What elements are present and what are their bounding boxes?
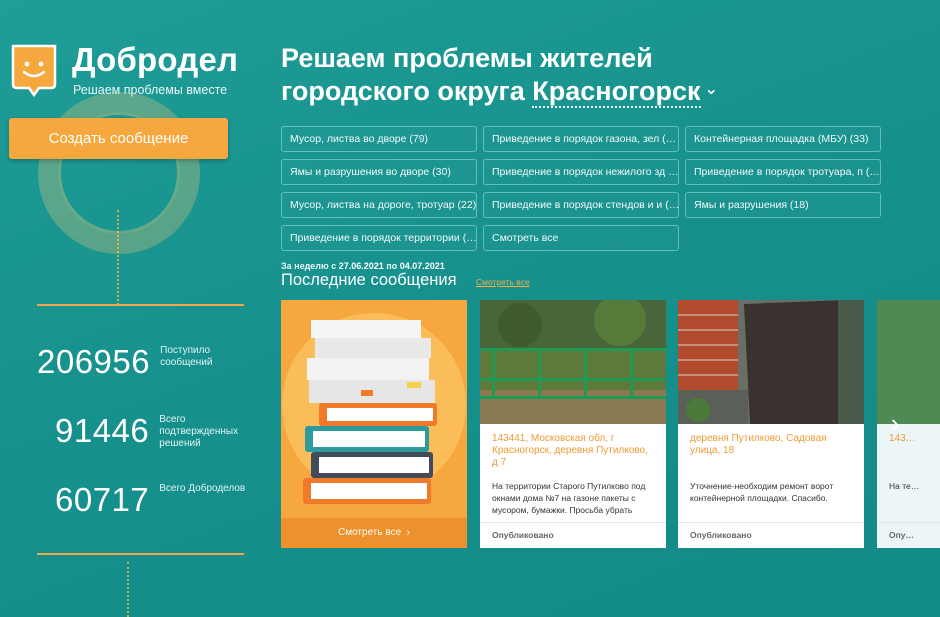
message-status: Опубликовано bbox=[480, 522, 666, 548]
stat-dobrodels: 60717 Всего Добродел‌ов bbox=[55, 483, 249, 516]
category-item[interactable]: Контейнерная площадка (МБУ) (33) bbox=[685, 126, 881, 152]
stat-label: Всего подтвержденных решений bbox=[159, 414, 239, 449]
message-photo bbox=[877, 300, 940, 424]
message-photo bbox=[480, 300, 666, 424]
stat-label: Всего Добродел‌ов bbox=[159, 483, 246, 494]
dobrodel-logo-icon[interactable] bbox=[9, 42, 59, 98]
brand-tagline: Решаем проблемы вместе bbox=[73, 83, 228, 97]
message-address[interactable]: 143441, Московская обл, г Красногорск, д… bbox=[480, 424, 666, 476]
category-item[interactable]: Приведение в порядок стендов и и (… bbox=[483, 192, 679, 218]
chevron-down-icon[interactable]: ⌄ bbox=[705, 81, 718, 98]
stat-solutions: 91446 Всего подтвержденных решений bbox=[55, 414, 239, 450]
headline-prefix: городского округа bbox=[281, 76, 525, 106]
chevron-right-icon: › bbox=[403, 527, 411, 538]
message-status: Опу… bbox=[877, 522, 940, 548]
headline-line1: Решаем проблемы жителей bbox=[281, 43, 653, 73]
stat-messages: 206956 Поступило сообщений bbox=[37, 345, 230, 378]
brand-name[interactable]: Добродел bbox=[72, 41, 238, 79]
message-status: Опубликовано bbox=[678, 522, 864, 548]
message-text: На территории Старого Путилково под окна… bbox=[492, 481, 646, 515]
see-all-card[interactable]: Смотреть все › bbox=[281, 300, 467, 548]
message-address[interactable]: деревня Путилково, Садовая улица, 18 bbox=[678, 424, 864, 476]
category-item[interactable]: Ямы и разрушения во дворе (30) bbox=[281, 159, 477, 185]
page-title: Решаем проблемы жителей городского округ… bbox=[281, 42, 718, 108]
divider-top bbox=[37, 304, 244, 306]
week-prefix: За неделю с bbox=[281, 261, 337, 271]
photo-container-gate bbox=[678, 300, 864, 424]
message-text: Уточнение-необходим ремонт ворот контейн… bbox=[690, 481, 834, 503]
stat-label: Поступило сообщений bbox=[160, 345, 213, 368]
message-card[interactable]: 143441, Московская обл, г Красногорск, д… bbox=[480, 300, 666, 548]
orange-see-all-label: Смотреть все bbox=[337, 527, 402, 538]
headline-line2: городского округа Красногорск ⌄ bbox=[281, 74, 718, 108]
stat-value: 91446 bbox=[55, 412, 150, 449]
message-photo bbox=[678, 300, 864, 424]
stat-value: 206956 bbox=[37, 343, 151, 380]
create-message-button[interactable]: Создать сообщение bbox=[9, 118, 228, 159]
message-text: На те… bbox=[889, 481, 920, 491]
week-from: 27.06.2021 bbox=[338, 261, 384, 271]
decorative-dotted-line bbox=[117, 210, 119, 305]
decorative-dotted-line-bottom bbox=[127, 562, 129, 617]
carousel-next-chevron-right-icon[interactable]: › bbox=[883, 408, 907, 438]
category-item[interactable]: Приведение в порядок территории (… bbox=[281, 225, 477, 251]
stat-value: 60717 bbox=[55, 481, 150, 518]
orange-see-all-button[interactable]: Смотреть все › bbox=[281, 518, 467, 548]
message-card[interactable]: деревня Путилково, Садовая улица, 18 Уто… bbox=[678, 300, 864, 548]
recent-see-all-link[interactable]: Смотреть все bbox=[476, 277, 530, 287]
category-item[interactable]: Приведение в порядок нежилого зд … bbox=[483, 159, 679, 185]
week-to: 04.07.2021 bbox=[399, 261, 445, 271]
week-mid: по bbox=[386, 261, 398, 271]
photo-fence-grass bbox=[480, 300, 666, 424]
city-selector[interactable]: Красногорск bbox=[532, 76, 701, 108]
category-item[interactable]: Приведение в порядок газона, зел (… bbox=[483, 126, 679, 152]
papers-stack-illustration bbox=[282, 313, 466, 504]
category-item[interactable]: Мусор, листва на дороге, тротуар (22) bbox=[281, 192, 477, 218]
category-item[interactable]: Мусор, листва во дворе (79) bbox=[281, 126, 477, 152]
category-item[interactable]: Ямы и разрушения (18) bbox=[685, 192, 881, 218]
recent-messages-title: Последние сообщения bbox=[281, 271, 457, 289]
week-range: За неделю с 27.06.2021 по 04.07.2021 bbox=[281, 261, 445, 271]
category-see-all[interactable]: Смотреть все bbox=[483, 225, 679, 251]
category-item[interactable]: Приведение в порядок тротуара, п (… bbox=[685, 159, 881, 185]
category-grid: Мусор, листва во дворе (79) Приведение в… bbox=[281, 126, 881, 251]
divider-bottom bbox=[37, 553, 244, 555]
